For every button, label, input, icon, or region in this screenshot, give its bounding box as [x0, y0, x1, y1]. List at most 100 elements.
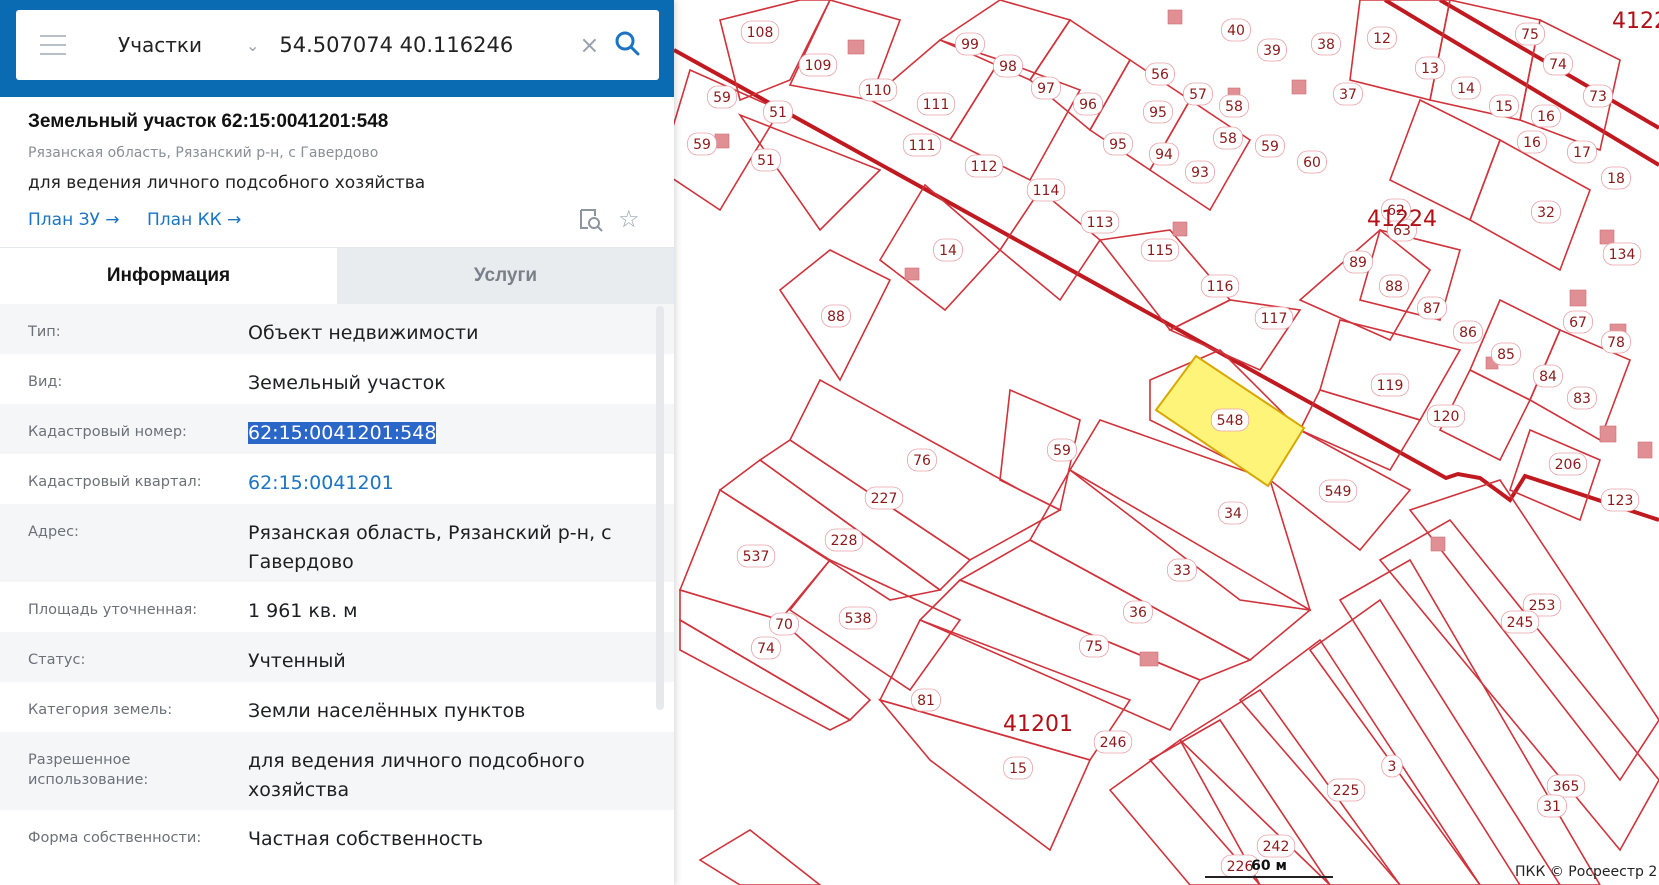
- search-icon[interactable]: [614, 30, 640, 60]
- parcel-number-label: 228: [831, 533, 858, 549]
- parcel-number-label: 110: [865, 83, 892, 99]
- parcel-number-label: 73: [1589, 89, 1607, 105]
- row-label: Форма собственности:: [28, 830, 202, 846]
- quarter-label: 4122: [1612, 9, 1659, 34]
- parcel-number-label: 89: [1349, 255, 1367, 271]
- parcel-number-label: 74: [757, 641, 775, 657]
- plan-zu-label: План ЗУ: [28, 210, 100, 230]
- parcel-number-label: 93: [1191, 165, 1209, 181]
- app-window: 108 109 110 111 111 59 51 59 51 112 114 113 115 116 11…: [0, 0, 1659, 885]
- parcel-number-label: 83: [1573, 391, 1591, 407]
- parcel-number-label: 96: [1079, 97, 1097, 113]
- map-scale: 60 м: [1205, 858, 1333, 878]
- row-value: Земли населённых пунктов: [248, 700, 526, 722]
- table-row: Тип: Объект недвижимости: [0, 304, 674, 354]
- parcel-number-label: 112: [971, 159, 998, 175]
- parcel-number-label: 33: [1173, 563, 1191, 579]
- parcel-outlines: [659, 0, 1659, 885]
- parcel-number-label: 113: [1087, 215, 1114, 231]
- collapse-panel-icon[interactable]: ‹: [674, 30, 698, 62]
- parcel-number-label: 57: [1189, 87, 1207, 103]
- row-value: Частная собственность: [248, 828, 484, 850]
- parcel-number-label: 16: [1523, 135, 1541, 151]
- parcel-number-label: 12: [1373, 31, 1391, 47]
- parcel-number-label: 548: [1217, 413, 1244, 429]
- quarter-label: 41201: [1003, 712, 1073, 737]
- search-box: Участки ⌄ ×: [16, 10, 659, 80]
- parcel-number-label: 15: [1495, 99, 1513, 115]
- parcel-number-label: 97: [1037, 81, 1055, 97]
- row-value: для ведения личного подсобного хозяйства: [248, 750, 585, 801]
- selected-text[interactable]: 62:15:0041201:548: [248, 422, 437, 444]
- parcel-number-label: 120: [1433, 409, 1460, 425]
- parcel-number-label: 56: [1151, 67, 1169, 83]
- parcel-number-label: 111: [909, 138, 936, 154]
- layer-select[interactable]: Участки: [118, 33, 238, 57]
- parcel-number-label: 38: [1317, 37, 1335, 53]
- parcel-number-label: 119: [1377, 378, 1404, 394]
- row-value: Земельный участок: [248, 372, 446, 394]
- star-icon[interactable]: ☆: [618, 205, 640, 233]
- parcel-number-label: 59: [1053, 443, 1071, 459]
- info-table: Тип: Объект недвижимости Вид: Земельный …: [0, 304, 674, 860]
- parcel-number-label: 109: [805, 58, 832, 74]
- close-icon[interactable]: ×: [579, 31, 599, 59]
- row-label: Разрешенное использование:: [28, 752, 149, 788]
- row-value: Рязанская область, Рязанский р-н, с Гаве…: [248, 522, 612, 573]
- parcel-number-label: 59: [693, 137, 711, 153]
- row-label: Категория земель:: [28, 702, 173, 718]
- page-title: Земельный участок 62:15:0041201:548: [28, 111, 389, 132]
- table-row: Вид: Земельный участок: [0, 354, 674, 404]
- parcel-number-label: 14: [1457, 81, 1475, 97]
- chevron-down-icon[interactable]: ⌄: [246, 36, 259, 55]
- tabs: Информация Услуги: [0, 247, 674, 304]
- parcel-number-label: 18: [1607, 171, 1625, 187]
- parcel-number-label: 59: [713, 90, 731, 106]
- parcel-number-label: 94: [1155, 147, 1173, 163]
- tab-services[interactable]: Услуги: [337, 248, 674, 304]
- parcel-number-label: 39: [1263, 43, 1281, 59]
- parcel-number-label: 81: [917, 693, 935, 709]
- tab-information[interactable]: Информация: [0, 248, 337, 304]
- search-input[interactable]: [279, 33, 570, 57]
- table-row: Площадь уточненная: 1 961 кв. м: [0, 582, 674, 632]
- parcel-number-label: 115: [1147, 243, 1174, 259]
- parcel-number-label: 36: [1129, 605, 1147, 621]
- parcel-number-label: 32: [1537, 205, 1555, 221]
- info-panel: Участки ⌄ × Земельный участок 62:15:0041…: [0, 0, 674, 885]
- parcel-number-label: 227: [871, 491, 898, 507]
- menu-icon[interactable]: [40, 35, 66, 55]
- scrollbar[interactable]: [656, 306, 664, 710]
- parcel-number-label: 37: [1339, 87, 1357, 103]
- parcel-number-label: 99: [961, 37, 979, 53]
- table-row: Форма собственности: Частная собственнос…: [0, 810, 674, 860]
- parcel-number-label: 75: [1085, 639, 1103, 655]
- plan-kk-link[interactable]: План КК →: [147, 210, 241, 230]
- parcel-number-label: 84: [1539, 369, 1557, 385]
- table-row: Адрес: Рязанская область, Рязанский р-н,…: [0, 504, 674, 582]
- parcel-number-label: 206: [1555, 457, 1582, 473]
- zoom-to-parcel-icon[interactable]: [578, 207, 604, 237]
- row-label: Адрес:: [28, 524, 79, 540]
- parcel-number-label: 51: [769, 105, 787, 121]
- cadastral-quarter-link[interactable]: 62:15:0041201: [248, 454, 646, 498]
- parcel-number-label: 51: [757, 153, 775, 169]
- parcel-number-label: 537: [743, 549, 770, 565]
- plan-zu-link[interactable]: План ЗУ →: [28, 210, 120, 230]
- parcel-number-label: 3: [1388, 759, 1397, 775]
- parcel-number-label: 365: [1553, 779, 1580, 795]
- parcel-number-label: 123: [1607, 493, 1634, 509]
- row-label: Вид:: [28, 374, 63, 390]
- parcel-number-label: 225: [1333, 783, 1360, 799]
- parcel-number-label: 14: [939, 243, 957, 259]
- cadastral-number-value[interactable]: 62:15:0041201:548: [248, 404, 646, 448]
- parcel-number-label: 549: [1325, 484, 1352, 500]
- row-value: Объект недвижимости: [248, 322, 479, 344]
- parcel-number-label: 114: [1033, 183, 1060, 199]
- parcel-number-label: 58: [1219, 131, 1237, 147]
- row-value: Учтенный: [248, 650, 346, 672]
- table-row: Категория земель: Земли населённых пункт…: [0, 682, 674, 732]
- parcel-number-label: 95: [1109, 137, 1127, 153]
- parcel-number-label: 85: [1497, 347, 1515, 363]
- parcel-number-label: 60: [1303, 155, 1321, 171]
